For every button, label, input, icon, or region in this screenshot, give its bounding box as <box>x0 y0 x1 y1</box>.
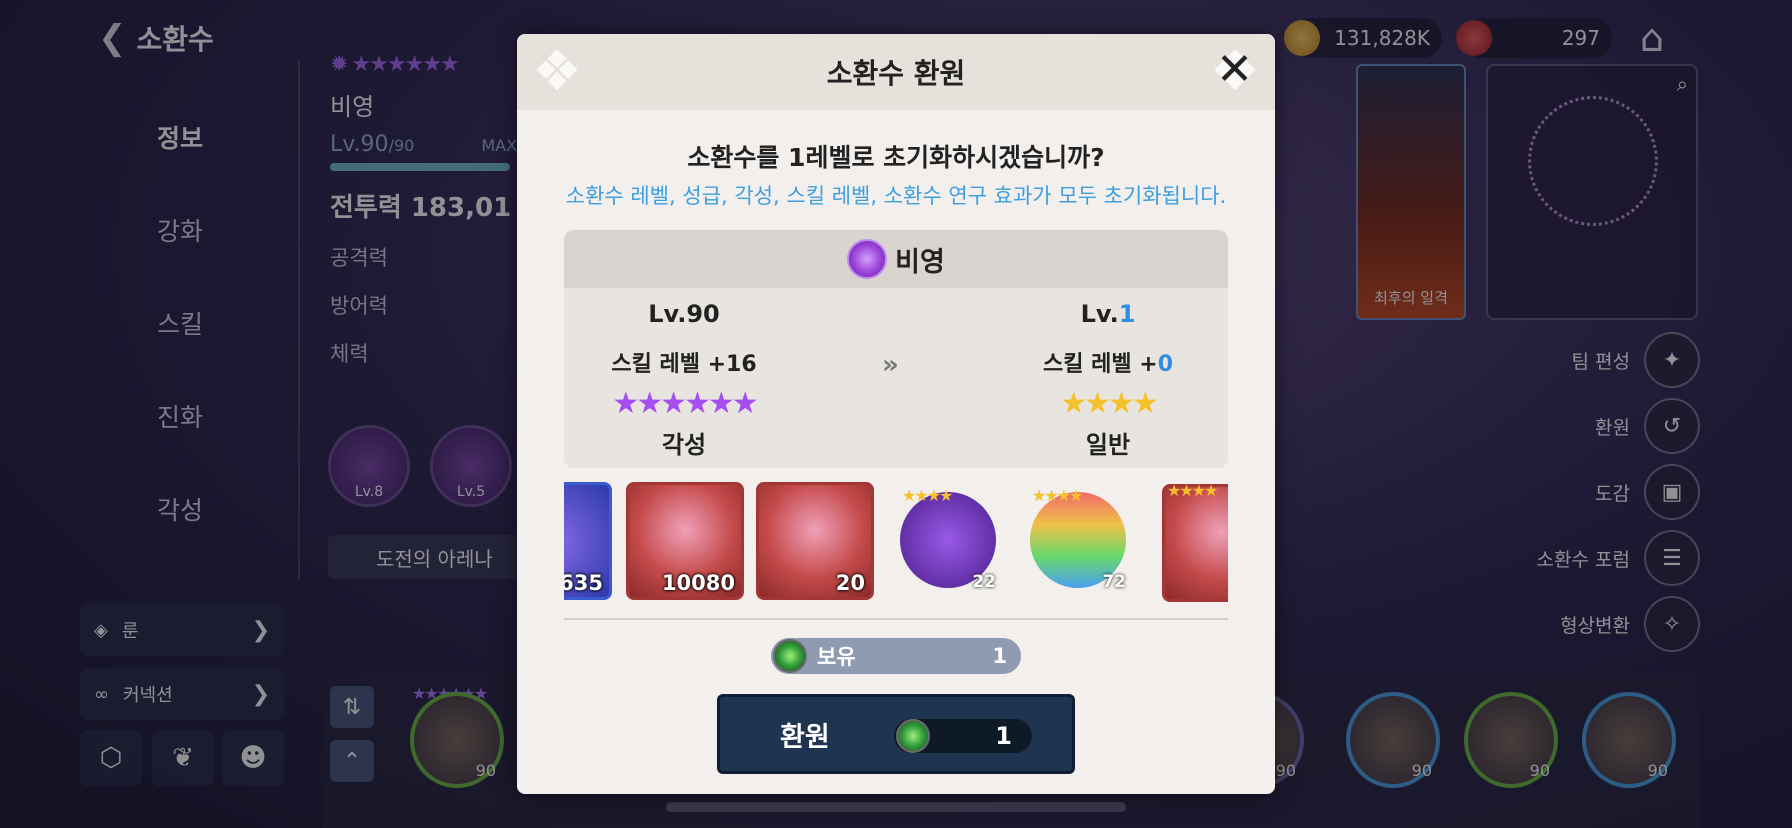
refund-item[interactable]: 10080 <box>626 482 744 600</box>
owned-counter: 보유 1 <box>771 638 1021 674</box>
compare-panel: 비영 Lv.90 스킬 레벨 +16 ★★★★★★ 각성 » Lv.1 스킬 레… <box>564 230 1228 468</box>
knot-ornament-icon: ❖ <box>531 39 583 104</box>
dark-attribute-icon <box>847 239 888 279</box>
restore-confirm-button[interactable]: 환원 1 <box>717 694 1075 774</box>
double-arrow-icon: » <box>882 350 899 380</box>
restore-dialog: ❖ 소환수 환원 ❖ ✕ 소환수를 1레벨로 초기화하시겠습니까? 소환수 레벨… <box>517 34 1275 794</box>
dialog-warning: 소환수 레벨, 성급, 각성, 스킬 레벨, 소환수 연구 효과가 모두 초기화… <box>565 184 1227 208</box>
compare-header: 비영 <box>564 230 1228 288</box>
refund-item[interactable]: ★★★★ <box>1162 482 1228 602</box>
refund-item[interactable]: ★★★★ 22 <box>900 486 996 592</box>
after-level: Lv.1 <box>1080 300 1136 328</box>
before-skill: 스킬 레벨 +16 <box>611 352 757 377</box>
after-column: Lv.1 스킬 레벨 +0 ★★★★ 일반 <box>988 300 1228 460</box>
divider <box>564 618 1228 620</box>
refund-item[interactable]: ★★★★ 72 <box>1030 486 1126 592</box>
restore-stone-icon <box>896 719 930 753</box>
after-type: 일반 <box>1085 431 1131 459</box>
after-skill: 스킬 레벨 +0 <box>1042 352 1174 377</box>
refund-item[interactable]: 635 <box>564 482 612 600</box>
close-button[interactable]: ✕ <box>1216 44 1253 95</box>
before-type: 각성 <box>661 431 707 459</box>
restore-stone-icon <box>773 639 807 673</box>
after-stars: ★★★★ <box>1060 386 1159 421</box>
refund-items[interactable]: 635 10080 20 ★★★★ 22 ★★★★ 72 ★★★★ <box>564 482 1228 602</box>
confirm-label: 환원 <box>780 721 830 753</box>
refund-item[interactable]: 20 <box>756 482 874 600</box>
before-level: Lv.90 <box>648 300 720 328</box>
dialog-header: ❖ 소환수 환원 ❖ ✕ <box>517 34 1275 110</box>
before-stars: ★★★★★★ <box>612 386 758 421</box>
dialog-title: 소환수 환원 <box>826 57 966 90</box>
hero-name: 비영 <box>895 246 945 278</box>
before-column: Lv.90 스킬 레벨 +16 ★★★★★★ 각성 <box>564 300 804 460</box>
dialog-question: 소환수를 1레벨로 초기화하시겠습니까? <box>687 143 1105 172</box>
cost-pill: 1 <box>894 719 1032 753</box>
